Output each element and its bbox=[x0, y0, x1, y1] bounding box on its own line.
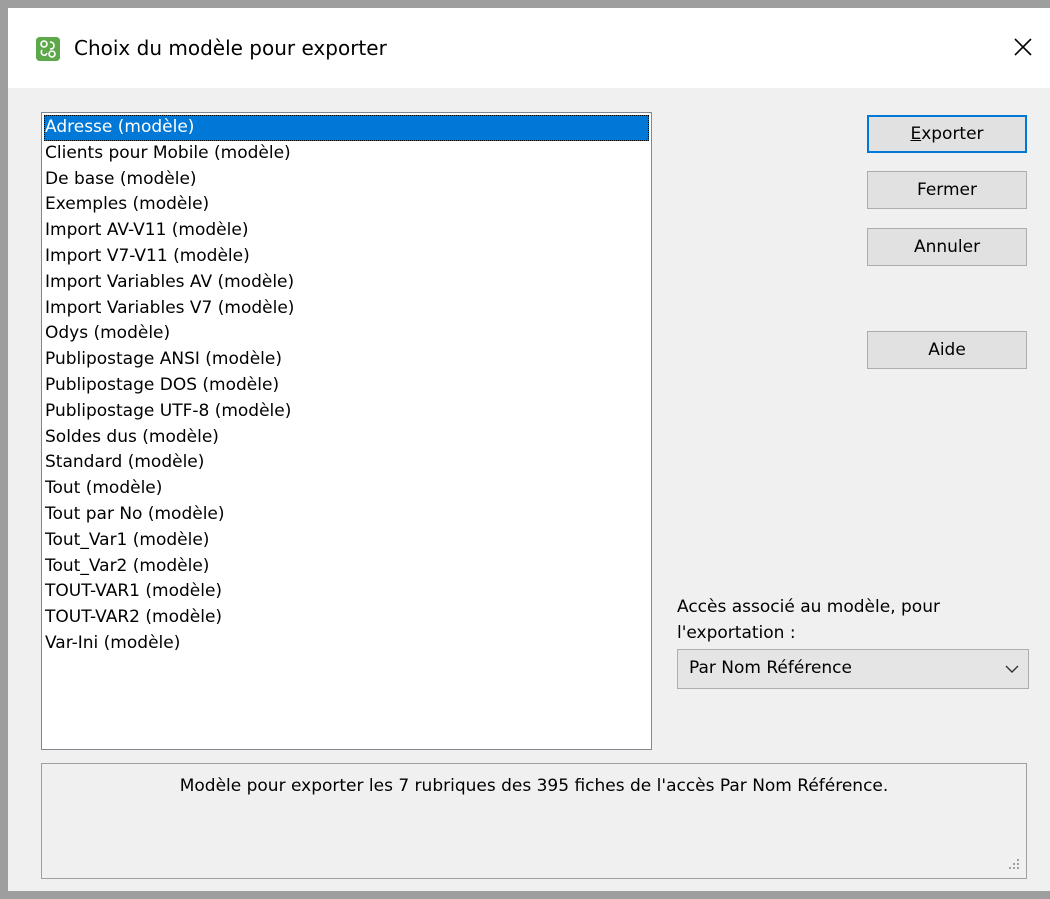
window-title: Choix du modèle pour exporter bbox=[74, 36, 387, 60]
close-dialog-button[interactable]: Fermer bbox=[867, 171, 1027, 209]
close-button[interactable] bbox=[1000, 24, 1046, 70]
list-item[interactable]: Var-Ini (modèle) bbox=[44, 631, 649, 657]
list-item[interactable]: Adresse (modèle) bbox=[44, 115, 649, 141]
export-model-dialog: Choix du modèle pour exporter Adresse (m… bbox=[8, 8, 1050, 891]
close-icon bbox=[1014, 38, 1032, 56]
help-button[interactable]: Aide bbox=[867, 331, 1027, 369]
export-mnemonic: E bbox=[910, 124, 922, 144]
resize-grip-icon[interactable] bbox=[1006, 856, 1020, 870]
list-item[interactable]: Publipostage ANSI (modèle) bbox=[44, 347, 649, 373]
status-panel: Modèle pour exporter les 7 rubriques des… bbox=[41, 763, 1027, 879]
list-item[interactable]: TOUT-VAR2 (modèle) bbox=[44, 605, 649, 631]
list-item[interactable]: Tout_Var2 (modèle) bbox=[44, 554, 649, 580]
list-item[interactable]: Import V7-V11 (modèle) bbox=[44, 244, 649, 270]
list-item[interactable]: Publipostage UTF-8 (modèle) bbox=[44, 399, 649, 425]
list-item[interactable]: Soldes dus (modèle) bbox=[44, 425, 649, 451]
export-label-rest: xporter bbox=[921, 124, 984, 144]
status-text: Modèle pour exporter les 7 rubriques des… bbox=[179, 776, 889, 796]
list-item[interactable]: Tout par No (modèle) bbox=[44, 502, 649, 528]
list-item[interactable]: Standard (modèle) bbox=[44, 450, 649, 476]
title-bar: Choix du modèle pour exporter bbox=[8, 8, 1050, 88]
model-listbox[interactable]: Adresse (modèle) Clients pour Mobile (mod… bbox=[41, 112, 652, 750]
cancel-button-label: Annuler bbox=[913, 237, 981, 257]
list-item[interactable]: Odys (modèle) bbox=[44, 321, 649, 347]
cancel-button[interactable]: Annuler bbox=[867, 228, 1027, 266]
access-label: Accès associé au modèle, pour l'exportat… bbox=[677, 597, 940, 643]
access-dropdown-value: Par Nom Référence bbox=[689, 658, 852, 678]
close-button-label: Fermer bbox=[916, 180, 977, 200]
list-item[interactable]: Import Variables V7 (modèle) bbox=[44, 296, 649, 322]
list-item[interactable]: Import AV-V11 (modèle) bbox=[44, 218, 649, 244]
help-button-label: Aide bbox=[928, 340, 966, 360]
chevron-down-icon bbox=[1005, 665, 1019, 673]
list-item[interactable]: De base (modèle) bbox=[44, 167, 649, 193]
export-button[interactable]: Exporter bbox=[867, 115, 1027, 153]
list-item[interactable]: TOUT-VAR1 (modèle) bbox=[44, 579, 649, 605]
window-frame: Choix du modèle pour exporter Adresse (m… bbox=[0, 0, 1050, 899]
access-dropdown[interactable]: Par Nom Référence bbox=[677, 649, 1029, 689]
list-item[interactable]: Exemples (modèle) bbox=[44, 192, 649, 218]
list-item[interactable]: Tout_Var1 (modèle) bbox=[44, 528, 649, 554]
list-item[interactable]: Tout (modèle) bbox=[44, 476, 649, 502]
list-item[interactable]: Clients pour Mobile (modèle) bbox=[44, 141, 649, 167]
app-logo-icon bbox=[36, 37, 60, 61]
list-item[interactable]: Publipostage DOS (modèle) bbox=[44, 373, 649, 399]
list-item[interactable]: Import Variables AV (modèle) bbox=[44, 270, 649, 296]
